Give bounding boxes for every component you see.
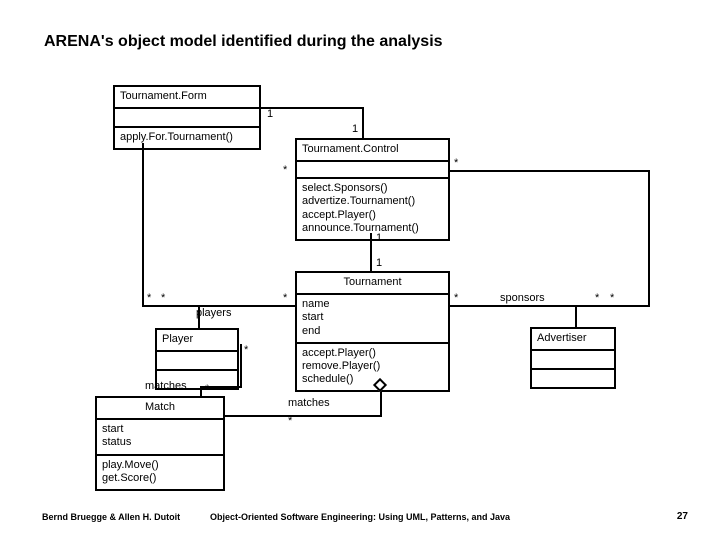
assoc-line <box>261 107 364 109</box>
class-match: Match start status play.Move() get.Score… <box>95 396 225 491</box>
class-attrs-empty <box>115 107 259 126</box>
class-op: announce.Tournament() <box>302 222 443 235</box>
footer-title: Object-Oriented Software Engineering: Us… <box>0 512 720 522</box>
class-tournament-form: Tournament.Form apply.For.Tournament() <box>113 85 261 150</box>
class-ops-empty <box>532 368 614 387</box>
class-op: get.Score() <box>102 472 218 485</box>
multiplicity: * <box>595 292 599 304</box>
assoc-line <box>240 344 242 388</box>
multiplicity: 1 <box>352 123 358 135</box>
multiplicity: 1 <box>267 108 273 120</box>
assoc-line <box>370 233 372 271</box>
assoc-line <box>225 415 382 417</box>
multiplicity: * <box>288 415 292 427</box>
class-attrs: name start end <box>297 293 448 342</box>
class-op: select.Sponsors() <box>302 182 443 195</box>
multiplicity: * <box>454 157 458 169</box>
assoc-line <box>575 305 577 327</box>
assoc-line <box>362 107 364 138</box>
multiplicity: 1 <box>376 232 382 244</box>
page-title: ARENA's object model identified during t… <box>44 33 443 51</box>
assoc-line <box>142 143 144 306</box>
class-attrs-empty <box>297 160 448 177</box>
class-tournament-control: Tournament.Control select.Sponsors() adv… <box>295 138 450 241</box>
multiplicity: * <box>147 292 151 304</box>
multiplicity: * <box>283 292 287 304</box>
multiplicity: * <box>610 292 614 304</box>
class-attrs: start status <box>97 418 223 453</box>
multiplicity: 1 <box>376 257 382 269</box>
class-attr: end <box>302 325 443 338</box>
role-matches: matches <box>145 380 187 392</box>
class-op: apply.For.Tournament() <box>115 126 259 148</box>
class-attr: name <box>302 298 443 311</box>
role-sponsors: sponsors <box>500 292 545 304</box>
class-attrs-empty <box>157 350 237 369</box>
class-name: Match <box>97 398 223 418</box>
class-name: Tournament.Form <box>115 87 259 107</box>
class-ops: play.Move() get.Score() <box>97 454 223 489</box>
class-advertiser: Advertiser <box>530 327 616 389</box>
assoc-line <box>648 170 650 307</box>
class-op: remove.Player() <box>302 360 443 373</box>
class-tournament: Tournament name start end accept.Player(… <box>295 271 450 392</box>
class-op: accept.Player() <box>302 209 443 222</box>
multiplicity: * <box>454 292 458 304</box>
assoc-line <box>198 305 200 328</box>
class-ops: select.Sponsors() advertize.Tournament()… <box>297 177 448 239</box>
class-op: accept.Player() <box>302 347 443 360</box>
class-attr: start <box>102 423 218 436</box>
multiplicity: * <box>244 344 248 356</box>
class-name: Tournament.Control <box>297 140 448 160</box>
assoc-line <box>450 305 650 307</box>
role-players: players <box>196 307 231 319</box>
class-attr: start <box>302 311 443 324</box>
class-op: advertize.Tournament() <box>302 195 443 208</box>
class-name: Advertiser <box>532 329 614 349</box>
class-op: play.Move() <box>102 459 218 472</box>
class-name: Player <box>157 330 237 350</box>
class-attr: status <box>102 436 218 449</box>
class-name: Tournament <box>297 273 448 293</box>
role-matches: matches <box>288 397 330 409</box>
multiplicity: * <box>205 383 209 395</box>
multiplicity: * <box>161 292 165 304</box>
multiplicity: * <box>283 164 287 176</box>
page-number: 27 <box>677 511 688 522</box>
class-attrs-empty <box>532 349 614 368</box>
class-ops: accept.Player() remove.Player() schedule… <box>297 342 448 391</box>
assoc-line <box>450 170 650 172</box>
